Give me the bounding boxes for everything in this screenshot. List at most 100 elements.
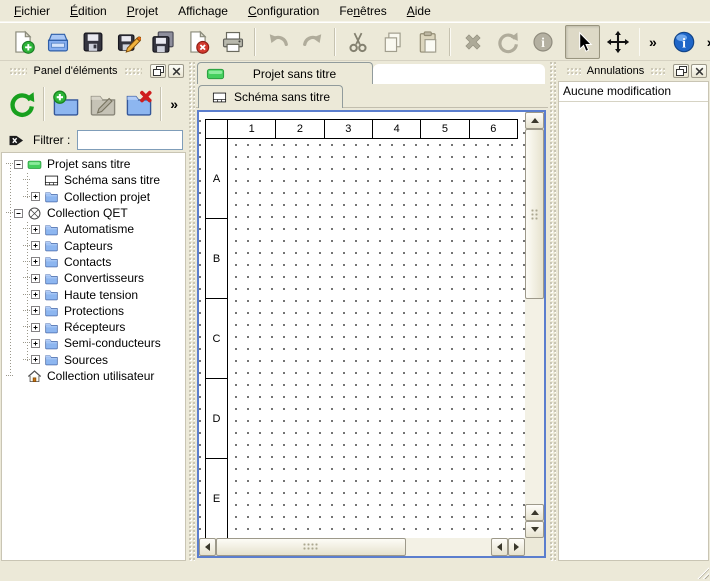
grid-column-label: 5 — [421, 120, 469, 138]
dock-drag-texture[interactable] — [650, 67, 665, 75]
close-document-button[interactable] — [180, 25, 215, 59]
right-splitter[interactable] — [548, 61, 557, 562]
close-panel-button[interactable] — [691, 64, 707, 78]
tree-item-schema-sans-titre[interactable]: Schéma sans titre — [2, 172, 185, 188]
scroll-right-button[interactable] — [508, 538, 525, 556]
cursor-button[interactable] — [565, 25, 600, 59]
scroll-up-button-bottom[interactable] — [525, 504, 544, 521]
undo-panel-titlebar: Annulations — [557, 61, 710, 81]
diagram-row-header: ABCDE — [205, 139, 228, 538]
horizontal-scrollbar-thumb[interactable] — [216, 538, 406, 556]
print-icon — [220, 29, 246, 55]
tree-item-contacts[interactable]: Contacts — [2, 254, 185, 270]
horizontal-scrollbar[interactable] — [199, 538, 525, 556]
open-document-button[interactable] — [40, 25, 75, 59]
paste-button[interactable] — [410, 25, 445, 59]
grid-column-label: 1 — [228, 120, 276, 138]
rotate-button[interactable] — [490, 25, 525, 59]
tree-expander-plus[interactable] — [31, 257, 40, 266]
menu-item-edition[interactable]: Édition — [60, 1, 117, 21]
tree-expander-plus[interactable] — [31, 323, 40, 332]
tree-expander-plus[interactable] — [31, 355, 40, 364]
panel-toolbar-overflow-button[interactable]: » — [165, 96, 183, 112]
close-panel-button[interactable] — [168, 64, 184, 78]
dock-drag-texture[interactable] — [9, 67, 27, 75]
horizontal-scrollbar-track[interactable] — [406, 538, 491, 556]
info-toolbar: i — [667, 25, 702, 59]
save-as-button[interactable] — [110, 25, 145, 59]
undo-button[interactable] — [260, 25, 295, 59]
undo-history-list[interactable]: Aucune modification — [558, 81, 709, 561]
copy-button[interactable] — [375, 25, 410, 59]
collections-tree[interactable]: Projet sans titreSchéma sans titreCollec… — [1, 152, 186, 561]
print-button[interactable] — [215, 25, 250, 59]
reload-button[interactable] — [4, 84, 40, 124]
toolbar-overflow-button[interactable]: » — [702, 34, 710, 50]
tree-expander-plus[interactable] — [31, 339, 40, 348]
menu-item-affichage[interactable]: Affichage — [168, 1, 238, 21]
tree-item-collection-projet[interactable]: Collection projet — [2, 189, 185, 205]
folder-delete-button[interactable] — [121, 84, 157, 124]
close-icon — [172, 67, 181, 76]
save-all-button[interactable] — [145, 25, 180, 59]
tree-item-recepteurs[interactable]: Récepteurs — [2, 319, 185, 335]
vertical-scrollbar-thumb[interactable] — [525, 129, 544, 299]
scroll-left-button-right[interactable] — [491, 538, 508, 556]
filter-input[interactable] — [77, 130, 183, 150]
tree-item-semi-conducteurs[interactable]: Semi-conducteurs — [2, 335, 185, 351]
toolbar-overflow-button[interactable]: » — [644, 34, 662, 50]
tree-item-haute-tension[interactable]: Haute tension — [2, 286, 185, 302]
left-splitter[interactable] — [187, 61, 196, 562]
info-blue-button[interactable]: i — [667, 25, 702, 59]
menu-item-fenetres[interactable]: Fenêtres — [329, 1, 396, 21]
tree-expander-plus[interactable] — [31, 225, 40, 234]
vertical-scrollbar[interactable] — [525, 112, 544, 538]
folder-edit-button[interactable] — [85, 84, 121, 124]
tree-item-projet-sans-titre[interactable]: Projet sans titre — [2, 156, 185, 172]
float-panel-button[interactable] — [150, 64, 166, 78]
redo-button[interactable] — [295, 25, 330, 59]
menu-bar: FichierÉditionProjetAffichageConfigurati… — [0, 0, 710, 22]
dock-drag-texture[interactable] — [566, 67, 581, 75]
tree-item-capteurs[interactable]: Capteurs — [2, 237, 185, 253]
tree-expander-plus[interactable] — [31, 241, 40, 250]
menu-item-fichier[interactable]: Fichier — [4, 1, 60, 21]
tree-expander-plus[interactable] — [31, 192, 40, 201]
move-button[interactable] — [600, 25, 635, 59]
elements-panel-title: Panel d'éléments — [33, 65, 117, 77]
dock-drag-texture[interactable] — [124, 67, 142, 75]
tree-expander-plus[interactable] — [31, 274, 40, 283]
tree-expander-plus[interactable] — [31, 290, 40, 299]
tree-item-automatisme[interactable]: Automatisme — [2, 221, 185, 237]
tree-expander-minus[interactable] — [14, 160, 23, 169]
scroll-up-button[interactable] — [525, 112, 544, 129]
cut-button[interactable] — [340, 25, 375, 59]
tree-item-convertisseurs[interactable]: Convertisseurs — [2, 270, 185, 286]
save-as-icon — [115, 29, 141, 55]
undo-history-item[interactable]: Aucune modification — [559, 82, 708, 102]
vertical-scrollbar-track[interactable] — [525, 299, 544, 504]
new-document-icon — [10, 29, 36, 55]
tree-item-collection-utilisateur[interactable]: Collection utilisateur — [2, 368, 185, 384]
new-document-button[interactable] — [5, 25, 40, 59]
resize-grip[interactable] — [696, 566, 709, 579]
scroll-down-button[interactable] — [525, 521, 544, 538]
info-gray-button[interactable]: i — [525, 25, 560, 59]
tree-expander-plus[interactable] — [31, 306, 40, 315]
delete-button[interactable] — [455, 25, 490, 59]
float-panel-button[interactable] — [673, 64, 689, 78]
menu-item-configuration[interactable]: Configuration — [238, 1, 329, 21]
scroll-left-button[interactable] — [199, 538, 216, 556]
tab-schema[interactable]: Schéma sans titre — [198, 85, 343, 108]
tab-project[interactable]: Projet sans titre — [197, 62, 373, 84]
tree-expander-minus[interactable] — [14, 209, 23, 218]
tree-item-sources[interactable]: Sources — [2, 352, 185, 368]
tree-item-protections[interactable]: Protections — [2, 303, 185, 319]
diagram-canvas[interactable]: 123456 ABCDE — [199, 112, 525, 538]
menu-item-projet[interactable]: Projet — [117, 1, 168, 21]
tree-item-collection-qet[interactable]: Collection QET — [2, 205, 185, 221]
clear-filter-icon[interactable] — [7, 132, 26, 149]
menu-item-aide[interactable]: Aide — [397, 1, 441, 21]
save-button[interactable] — [75, 25, 110, 59]
folder-new-button[interactable] — [48, 84, 84, 124]
